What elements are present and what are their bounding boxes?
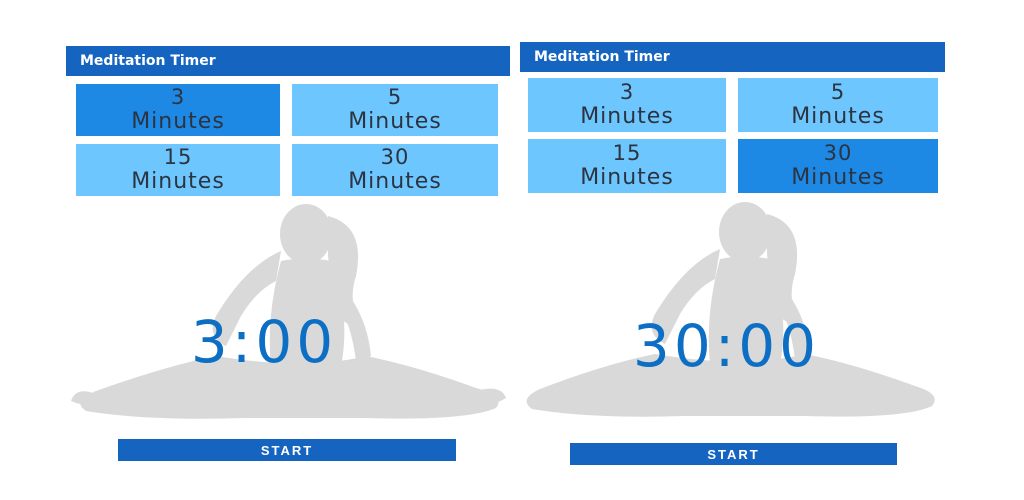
tile-unit: Minutes (131, 109, 225, 134)
tile-unit: Minutes (131, 169, 225, 194)
tile-30-minutes[interactable]: 30 Minutes (292, 144, 498, 196)
tile-number: 5 (387, 85, 403, 109)
tile-unit: Minutes (791, 165, 885, 190)
tile-number: 3 (170, 85, 186, 109)
tile-number: 15 (163, 145, 193, 169)
tile-number: 30 (823, 141, 853, 165)
tile-number: 3 (619, 80, 635, 104)
app-title: Meditation Timer (80, 53, 216, 69)
tile-unit: Minutes (580, 165, 674, 190)
tile-number: 15 (612, 141, 642, 165)
tile-unit: Minutes (580, 104, 674, 129)
tile-unit: Minutes (348, 109, 442, 134)
start-button[interactable]: START (570, 443, 897, 465)
tile-15-minutes[interactable]: 15 Minutes (76, 144, 280, 196)
start-button[interactable]: START (118, 439, 456, 461)
tile-5-minutes[interactable]: 5 Minutes (738, 78, 938, 132)
tile-unit: Minutes (791, 104, 885, 129)
tile-3-minutes[interactable]: 3 Minutes (76, 84, 280, 136)
tile-3-minutes[interactable]: 3 Minutes (528, 78, 726, 132)
timer-screen-left: Meditation Timer 3 Minutes 5 Minutes 15 … (66, 46, 510, 466)
app-bar: Meditation Timer (66, 46, 510, 76)
countdown-display: 3:00 (190, 308, 338, 376)
tile-5-minutes[interactable]: 5 Minutes (292, 84, 498, 136)
tile-number: 30 (380, 145, 410, 169)
app-bar: Meditation Timer (520, 42, 945, 72)
tile-15-minutes[interactable]: 15 Minutes (528, 139, 726, 193)
tile-30-minutes[interactable]: 30 Minutes (738, 139, 938, 193)
countdown-display: 30:00 (632, 312, 821, 380)
tile-number: 5 (830, 80, 846, 104)
tile-unit: Minutes (348, 169, 442, 194)
timer-screen-right: Meditation Timer 3 Minutes 5 Minutes 15 … (520, 42, 945, 472)
app-title: Meditation Timer (534, 49, 670, 65)
